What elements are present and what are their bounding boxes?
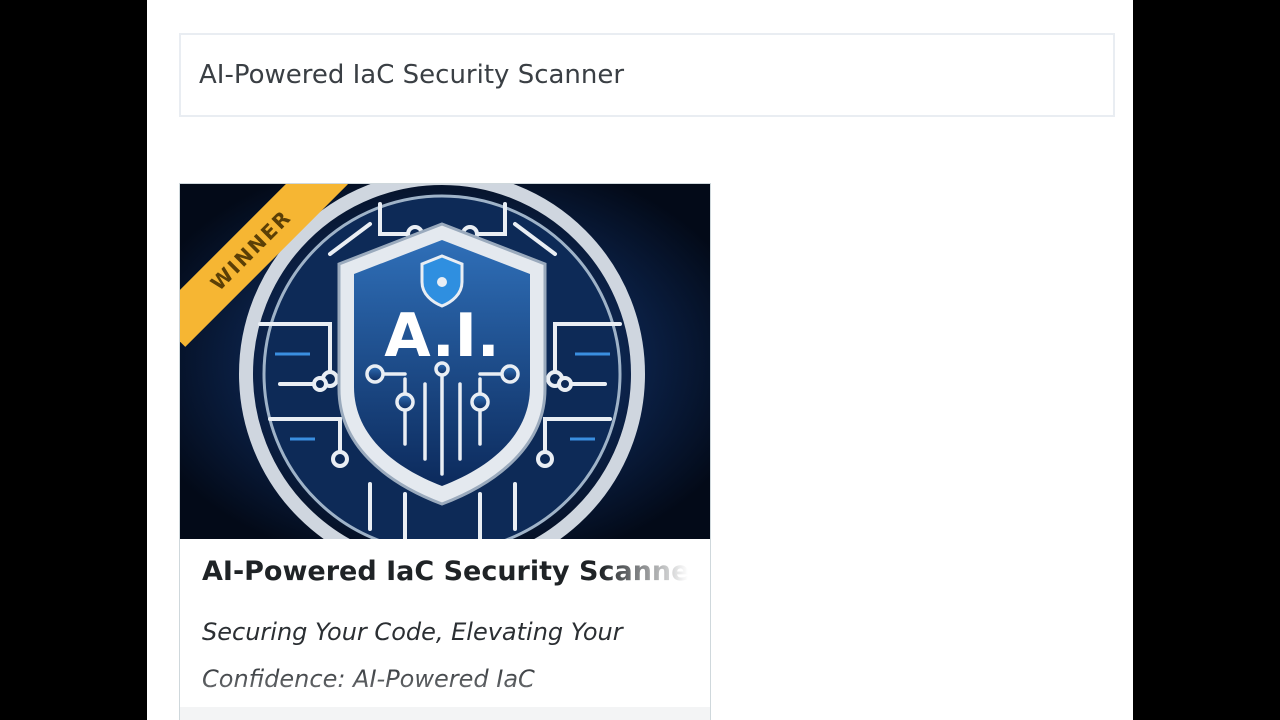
project-title[interactable]: AI-Powered IaC Security Scanner xyxy=(202,556,688,587)
search-box[interactable] xyxy=(179,33,1115,117)
project-card[interactable]: A.I. WINNER AI-Powered IaC Security Scan… xyxy=(179,183,711,720)
project-thumbnail[interactable]: A.I. WINNER xyxy=(180,184,710,539)
card-footer xyxy=(180,707,710,720)
search-input[interactable] xyxy=(181,35,1113,115)
main-page: A.I. xyxy=(147,0,1133,720)
project-tagline: Securing Your Code, Elevating Your Confi… xyxy=(202,618,623,693)
shield-ai-text: A.I. xyxy=(384,301,499,371)
